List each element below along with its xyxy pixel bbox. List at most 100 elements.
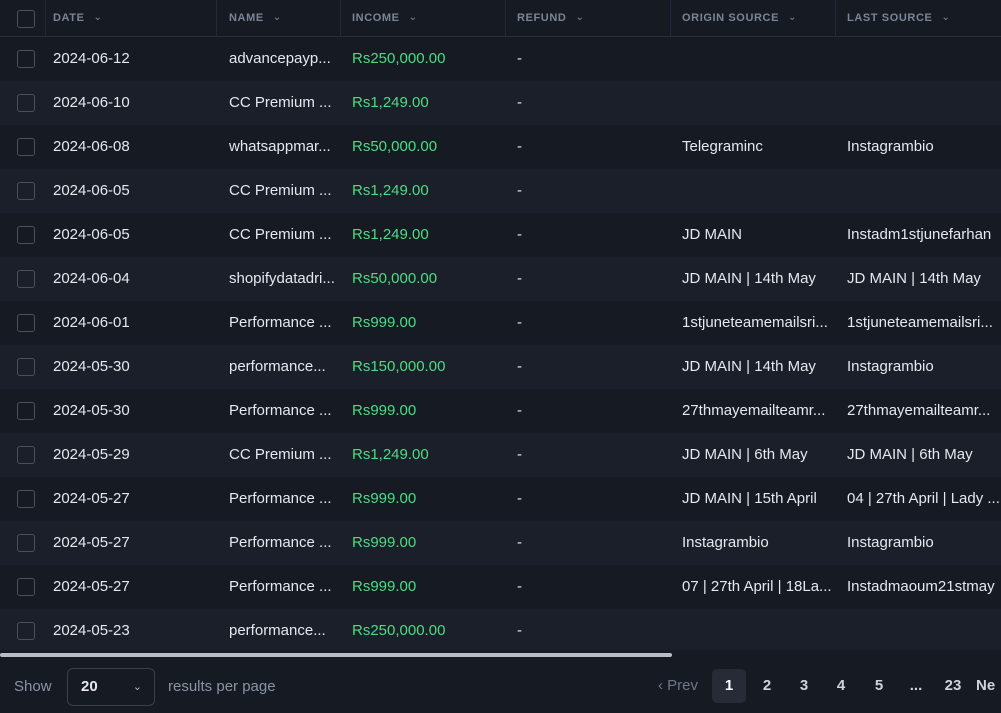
row-checkbox[interactable] (17, 534, 35, 552)
cell-refund: - (517, 94, 522, 111)
prev-page-label: Prev (667, 677, 698, 694)
row-checkbox[interactable] (17, 314, 35, 332)
cell-income: Rs999.00 (352, 490, 417, 507)
column-header-income[interactable]: INCOME ⌄ (352, 0, 418, 37)
table-row[interactable]: 2024-06-04 shopifydatadri... Rs50,000.00 - J… (0, 257, 1001, 301)
cell-refund: - (517, 138, 522, 155)
cell-last-source (847, 37, 1001, 81)
page-button-3[interactable]: 3 (787, 669, 821, 703)
select-all-checkbox[interactable] (17, 10, 35, 28)
column-header-name[interactable]: NAME ⌄ (229, 0, 282, 37)
cell-income: Rs250,000.00 (352, 622, 446, 639)
row-checkbox[interactable] (17, 94, 35, 112)
cell-name: CC Premium ... (229, 182, 332, 199)
next-page-button[interactable]: Ne (976, 669, 1001, 703)
table-row[interactable]: 2024-05-27 Performance ... Rs999.00 - Instag… (0, 521, 1001, 565)
cell-last-source (847, 169, 1001, 213)
cell-last-source: Instadmaoum21stmay (847, 578, 995, 595)
column-header-origin-source-label: ORIGIN SOURCE (682, 12, 780, 24)
table-row[interactable]: 2024-06-05 CC Premium ... Rs1,249.00 - JD MA… (0, 213, 1001, 257)
column-header-income-label: INCOME (352, 12, 400, 24)
column-header-refund[interactable]: REFUND ⌄ (517, 0, 584, 37)
cell-last-source: 27thmayemailteamr... (847, 402, 991, 419)
cell-income: Rs50,000.00 (352, 270, 438, 287)
cell-date: 2024-06-04 (53, 270, 130, 287)
page-button-2[interactable]: 2 (750, 669, 784, 703)
page-button-1[interactable]: 1 (712, 669, 746, 703)
row-checkbox[interactable] (17, 490, 35, 508)
cell-name: advancepayp... (229, 50, 331, 67)
cell-name: CC Premium ... (229, 226, 332, 243)
cell-name: whatsappmar... (229, 138, 331, 155)
row-checkbox[interactable] (17, 226, 35, 244)
row-checkbox[interactable] (17, 270, 35, 288)
cell-date: 2024-06-12 (53, 50, 130, 67)
cell-origin-source: JD MAIN | 6th May (682, 446, 808, 463)
row-checkbox[interactable] (17, 182, 35, 200)
cell-refund: - (517, 622, 522, 639)
cell-origin-source: 07 | 27th April | 18La... (682, 578, 832, 595)
table-row[interactable]: 2024-05-30 performance... Rs150,000.00 - JD … (0, 345, 1001, 389)
column-header-last-source[interactable]: LAST SOURCE ⌄ (847, 0, 950, 37)
table-row[interactable]: 2024-06-12 advancepayp... Rs250,000.00 - (0, 37, 1001, 81)
horizontal-scrollbar[interactable] (0, 653, 672, 657)
cell-name: Performance ... (229, 534, 332, 551)
cell-name: Performance ... (229, 578, 332, 595)
cell-origin-source: JD MAIN | 14th May (682, 270, 816, 287)
cell-date: 2024-06-08 (53, 138, 130, 155)
column-header-date[interactable]: DATE ⌄ (53, 0, 103, 37)
cell-refund: - (517, 182, 522, 199)
chevron-down-icon: ⌄ (93, 12, 103, 23)
table-row[interactable]: 2024-05-23 performance... Rs250,000.00 - (0, 609, 1001, 650)
cell-income: Rs1,249.00 (352, 94, 429, 111)
cell-income: Rs999.00 (352, 314, 417, 331)
table-row[interactable]: 2024-05-27 Performance ... Rs999.00 - 07 | 2… (0, 565, 1001, 609)
results-per-page-label: results per page (168, 678, 276, 695)
cell-date: 2024-06-10 (53, 94, 130, 111)
page-button-5[interactable]: 5 (862, 669, 896, 703)
table-row[interactable]: 2024-06-05 CC Premium ... Rs1,249.00 - (0, 169, 1001, 213)
cell-origin-source (682, 81, 834, 125)
cell-name: shopifydatadri... (229, 270, 335, 287)
cell-refund: - (517, 270, 522, 287)
table-row[interactable]: 2024-06-01 Performance ... Rs999.00 - 1stjun… (0, 301, 1001, 345)
cell-refund: - (517, 358, 522, 375)
cell-income: Rs1,249.00 (352, 446, 429, 463)
cell-income: Rs1,249.00 (352, 182, 429, 199)
page-button-23[interactable]: 23 (936, 669, 970, 703)
cell-last-source: Instagrambio (847, 138, 934, 155)
cell-name: performance... (229, 358, 326, 375)
cell-date: 2024-06-05 (53, 226, 130, 243)
row-checkbox[interactable] (17, 138, 35, 156)
cell-origin-source: JD MAIN | 14th May (682, 358, 816, 375)
cell-origin-source (682, 37, 834, 81)
cell-last-source: 04 | 27th April | Lady ... (847, 490, 1000, 507)
table-row[interactable]: 2024-06-10 CC Premium ... Rs1,249.00 - (0, 81, 1001, 125)
cell-income: Rs150,000.00 (352, 358, 446, 375)
row-checkbox[interactable] (17, 50, 35, 68)
table-row[interactable]: 2024-05-29 CC Premium ... Rs1,249.00 - JD MA… (0, 433, 1001, 477)
row-checkbox[interactable] (17, 446, 35, 464)
table-row[interactable]: 2024-05-27 Performance ... Rs999.00 - JD MAI… (0, 477, 1001, 521)
chevron-down-icon: ⌄ (272, 12, 282, 23)
column-header-name-label: NAME (229, 12, 264, 24)
table-row[interactable]: 2024-05-30 Performance ... Rs999.00 - 27thma… (0, 389, 1001, 433)
cell-name: CC Premium ... (229, 446, 332, 463)
prev-page-button[interactable]: ‹ Prev (652, 669, 704, 703)
column-header-refund-label: REFUND (517, 12, 567, 24)
cell-last-source (847, 81, 1001, 125)
chevron-down-icon: ⌄ (575, 12, 585, 23)
row-checkbox[interactable] (17, 358, 35, 376)
row-checkbox[interactable] (17, 622, 35, 640)
page-button-4[interactable]: 4 (824, 669, 858, 703)
cell-refund: - (517, 50, 522, 67)
cell-income: Rs999.00 (352, 402, 417, 419)
cell-origin-source: JD MAIN | 15th April (682, 490, 817, 507)
show-label: Show (14, 678, 52, 695)
page-size-select[interactable]: 20 ⌄ (67, 668, 155, 706)
column-header-origin-source[interactable]: ORIGIN SOURCE ⌄ (682, 0, 797, 37)
table-row[interactable]: 2024-06-08 whatsappmar... Rs50,000.00 - Tele… (0, 125, 1001, 169)
row-checkbox[interactable] (17, 402, 35, 420)
row-checkbox[interactable] (17, 578, 35, 596)
cell-date: 2024-05-29 (53, 446, 130, 463)
